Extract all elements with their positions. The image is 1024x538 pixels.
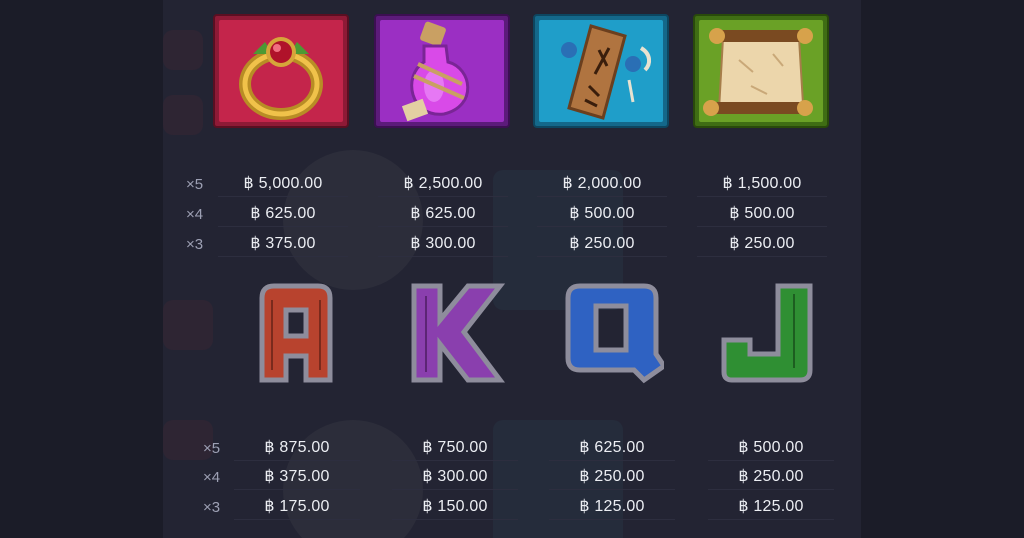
payout-value: ฿ 375.00 bbox=[264, 467, 330, 485]
payout-row: ฿ 625.00 bbox=[549, 432, 675, 461]
payout-row: ฿ 1,500.00 bbox=[697, 168, 827, 197]
scroll-icon bbox=[693, 14, 829, 128]
potion-icon bbox=[374, 14, 510, 128]
payout-row: ฿ 250.00 bbox=[537, 228, 667, 257]
payout-value: ฿ 625.00 bbox=[410, 204, 476, 222]
ring-icon bbox=[213, 14, 349, 128]
letter-k-icon bbox=[404, 280, 508, 384]
payout-row: ฿ 500.00 bbox=[697, 198, 827, 227]
letter-q-icon bbox=[560, 280, 664, 384]
payout-value: ฿ 2,000.00 bbox=[562, 174, 642, 192]
payout-value: ฿ 250.00 bbox=[569, 234, 635, 252]
payout-value: ฿ 500.00 bbox=[738, 438, 804, 456]
payout-value: ฿ 125.00 bbox=[738, 497, 804, 515]
payout-row: ฿ 375.00 bbox=[218, 228, 348, 257]
payout-value: ฿ 175.00 bbox=[264, 497, 330, 515]
payout-row: ฿ 5,000.00 bbox=[218, 168, 348, 197]
payout-row: ฿ 875.00 bbox=[234, 432, 360, 461]
payout-value: ฿ 750.00 bbox=[422, 438, 488, 456]
payout-row: ฿ 2,500.00 bbox=[378, 168, 508, 197]
payout-value: ฿ 500.00 bbox=[569, 204, 635, 222]
letter-j-icon bbox=[718, 280, 822, 384]
left-backdrop bbox=[0, 0, 163, 538]
payout-value: ฿ 300.00 bbox=[410, 234, 476, 252]
payout-row: ฿ 625.00 bbox=[378, 198, 508, 227]
multiplier-label: ×3 bbox=[186, 236, 204, 253]
payout-row: ฿ 125.00 bbox=[708, 491, 834, 520]
payout-value: ฿ 150.00 bbox=[422, 497, 488, 515]
payout-value: ฿ 250.00 bbox=[579, 467, 645, 485]
payout-row: ฿ 125.00 bbox=[549, 491, 675, 520]
payout-row: ฿ 250.00 bbox=[549, 461, 675, 490]
letter-a-icon bbox=[244, 280, 348, 384]
payout-value: ฿ 5,000.00 bbox=[243, 174, 323, 192]
payout-value: ฿ 250.00 bbox=[738, 467, 804, 485]
payout-row: ฿ 300.00 bbox=[378, 228, 508, 257]
payout-row: ฿ 175.00 bbox=[234, 491, 360, 520]
payout-row: ฿ 375.00 bbox=[234, 461, 360, 490]
background-reel-ghost bbox=[163, 300, 213, 350]
payout-row: ฿ 250.00 bbox=[697, 228, 827, 257]
rune-log-icon bbox=[533, 14, 669, 128]
payout-value: ฿ 500.00 bbox=[729, 204, 795, 222]
payout-row: ฿ 500.00 bbox=[708, 432, 834, 461]
multiplier-label: ×4 bbox=[203, 469, 221, 486]
payout-row: ฿ 250.00 bbox=[708, 461, 834, 490]
payout-value: ฿ 300.00 bbox=[422, 467, 488, 485]
payout-row: ฿ 625.00 bbox=[218, 198, 348, 227]
background-reel-ghost bbox=[163, 30, 203, 70]
multiplier-label: ×3 bbox=[203, 499, 221, 516]
right-backdrop bbox=[861, 0, 1024, 538]
payout-row: ฿ 2,000.00 bbox=[537, 168, 667, 197]
multiplier-label: ×5 bbox=[203, 440, 221, 457]
background-reel-ghost bbox=[163, 95, 203, 135]
payout-row: ฿ 750.00 bbox=[392, 432, 518, 461]
payout-value: ฿ 1,500.00 bbox=[722, 174, 802, 192]
payout-row: ฿ 500.00 bbox=[537, 198, 667, 227]
payout-value: ฿ 625.00 bbox=[250, 204, 316, 222]
multiplier-label: ×4 bbox=[186, 206, 204, 223]
payout-value: ฿ 125.00 bbox=[579, 497, 645, 515]
payout-value: ฿ 875.00 bbox=[264, 438, 330, 456]
payout-value: ฿ 250.00 bbox=[729, 234, 795, 252]
payout-row: ฿ 150.00 bbox=[392, 491, 518, 520]
multiplier-label: ×5 bbox=[186, 176, 204, 193]
payout-value: ฿ 375.00 bbox=[250, 234, 316, 252]
payout-value: ฿ 2,500.00 bbox=[403, 174, 483, 192]
payout-value: ฿ 625.00 bbox=[579, 438, 645, 456]
payout-row: ฿ 300.00 bbox=[392, 461, 518, 490]
